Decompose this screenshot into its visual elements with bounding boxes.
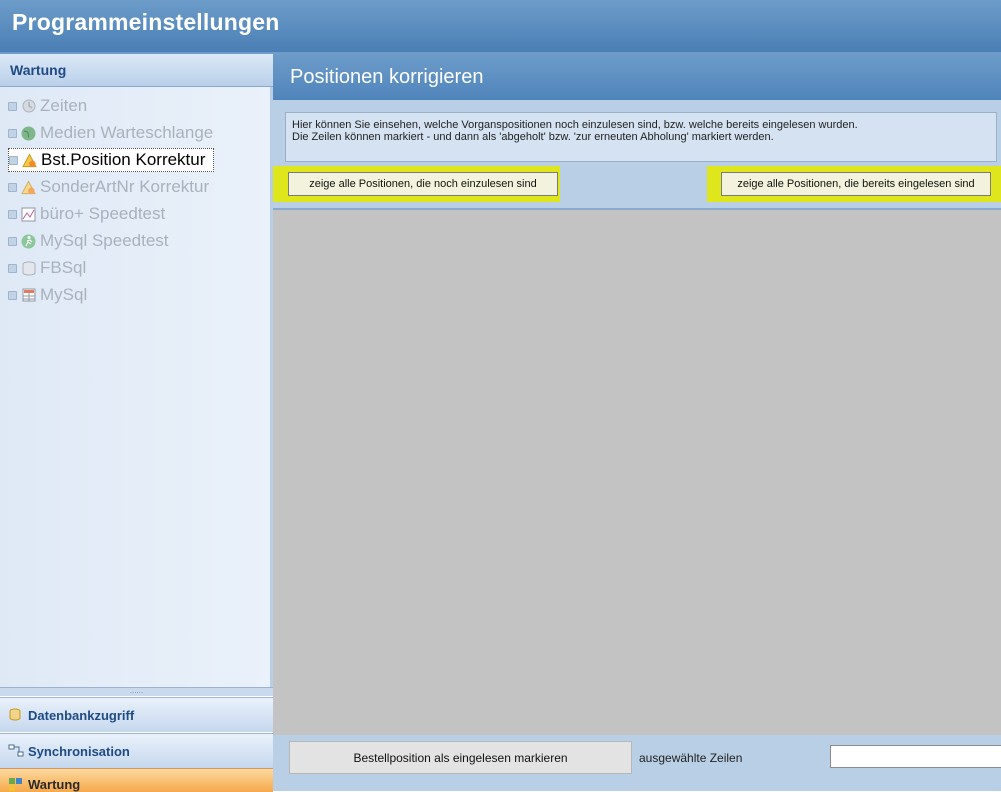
nav-item-label: MySql [40,285,88,304]
warning-icon [22,152,37,168]
nav-item-sonderartnr-korrektur[interactable]: SonderArtNr Korrektur [8,176,209,198]
database-key-icon [8,707,24,723]
nav-pane-splitter[interactable]: ...... [0,687,273,696]
tree-node-bullet [8,263,17,273]
sync-icon [8,743,24,759]
nav-item-mysql[interactable]: MySql [8,284,87,306]
wartung-icon [8,776,24,792]
show-read-positions-button[interactable]: zeige alle Positionen, die bereits einge… [721,172,991,196]
nav-item-label: büro+ Speedtest [40,204,166,223]
info-area: Hier können Sie einsehen, welche Vorgans… [273,100,1001,210]
tree-node-bullet [9,155,18,165]
show-pending-positions-button[interactable]: zeige alle Positionen, die noch einzules… [288,172,558,196]
nav-group-synchronisation[interactable]: Synchronisation [0,733,273,768]
globe-icon [21,126,36,141]
nav-item-label: SonderArtNr Korrektur [40,177,210,196]
content-panel: Positionen korrigieren Hier können Sie e… [273,54,1001,791]
nav-item-fbsql[interactable]: FBSql [8,257,86,279]
selected-rows-field[interactable] [830,745,1001,768]
info-box: Hier können Sie einsehen, welche Vorgans… [285,112,997,162]
splitter-grip: ...... [129,686,144,695]
content-header: Positionen korrigieren [273,54,1001,100]
nav-group-label: Datenbankzugriff [28,707,135,723]
nav-item-label: FBSql [40,258,87,277]
info-text-line-2: Die Zeilen können markiert - und dann al… [292,131,774,143]
highlight-pending: zeige alle Positionen, die noch einzules… [273,166,560,202]
selected-rows-label: ausgewählte Zeilen [639,751,743,765]
tree-node-bullet [8,101,17,111]
runner-icon [21,234,36,249]
nav-item-medien-warteschlange[interactable]: Medien Warteschlange [8,122,213,144]
nav-item-label: MySql Speedtest [40,231,169,250]
database-icon [21,261,36,276]
mark-as-read-label: Bestellposition als eingelesen markieren [353,750,568,765]
info-text-line-1: Hier können Sie einsehen, welche Vorgans… [292,119,858,131]
table-icon [21,288,36,303]
tree-node-bullet [8,236,17,246]
positions-grid[interactable] [273,210,1001,735]
nav-item-bst-position-korrektur[interactable]: Bst.Position Korrektur [8,148,215,172]
tree-node-bullet [8,128,17,138]
tree-node-bullet [8,182,17,192]
nav-group-wartung[interactable]: Wartung [0,768,273,792]
left-navigation-panel: Wartung Zeiten Medien Warteschlange Bst.… [0,54,273,792]
nav-item-mysql-speedtest[interactable]: MySql Speedtest [8,230,169,252]
clock-icon [21,99,36,114]
tree-node-bullet [8,290,17,300]
nav-pane-title: Wartung [10,62,67,78]
bottom-action-bar: Bestellposition als eingelesen markieren… [273,735,1001,791]
nav-pane-header: Wartung [0,54,273,87]
nav-group-label: Synchronisation [28,743,130,759]
nav-group-label: Wartung [28,777,81,792]
mark-as-read-button[interactable]: Bestellposition als eingelesen markieren [289,741,632,774]
show-read-positions-label: zeige alle Positionen, die bereits einge… [737,178,975,190]
nav-item-label: Medien Warteschlange [40,123,214,142]
nav-item-buero-speedtest[interactable]: büro+ Speedtest [8,203,165,225]
title-bar: Programmeinstellungen [0,0,1001,54]
nav-item-label: Zeiten [40,96,88,115]
nav-group-datenbankzugriff[interactable]: Datenbankzugriff [0,697,273,732]
chart-icon [21,207,36,222]
content-title: Positionen korrigieren [290,66,484,88]
highlight-read: zeige alle Positionen, die bereits einge… [707,166,1001,202]
show-pending-positions-label: zeige alle Positionen, die noch einzules… [309,178,537,190]
warning-icon [21,179,36,195]
window-title: Programmeinstellungen [12,9,280,35]
nav-item-zeiten[interactable]: Zeiten [8,95,87,117]
tree-node-bullet [8,209,17,219]
nav-tree: Zeiten Medien Warteschlange Bst.Position… [0,87,273,687]
nav-item-label: Bst.Position Korrektur [41,150,206,169]
